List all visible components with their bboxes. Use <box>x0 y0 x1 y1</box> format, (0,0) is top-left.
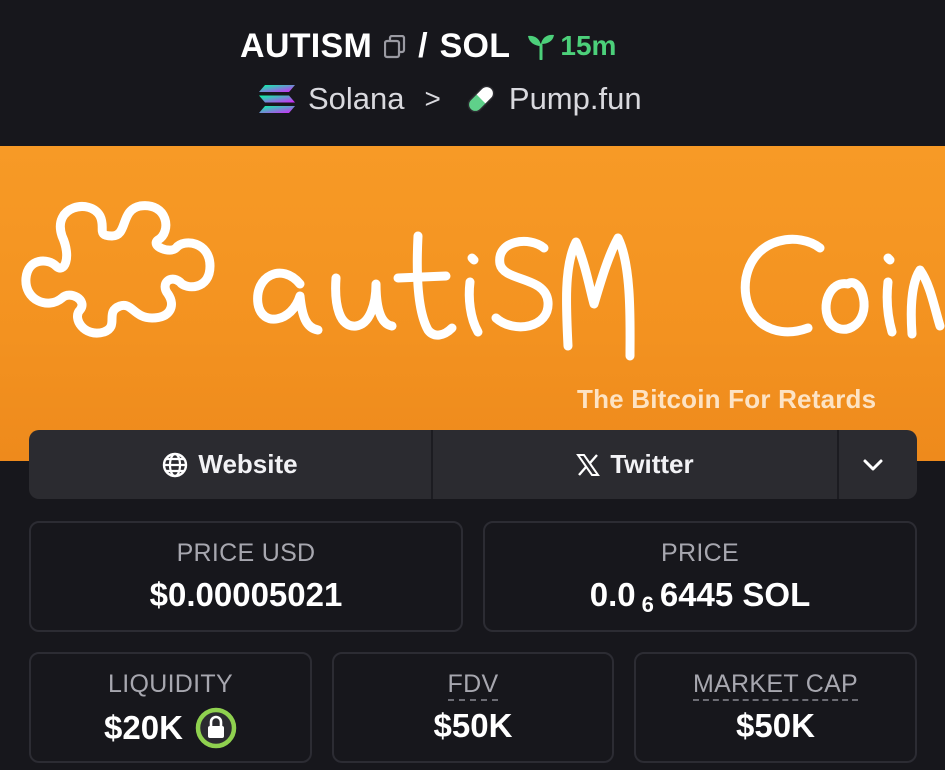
fdv-label[interactable]: FDV <box>447 670 499 701</box>
liquidity-value: $20K <box>104 709 183 746</box>
price-native-label: PRICE <box>661 539 739 567</box>
liquidity-value-row: $20K <box>31 707 310 749</box>
banner-logo-drawing <box>21 201 945 361</box>
token-symbol: AUTISM <box>240 26 373 65</box>
price-native-card: PRICE 0.0 6 6445 SOL <box>483 521 917 632</box>
price-usd-label: PRICE USD <box>176 539 316 567</box>
pair-header: AUTISM / SOL 15m Solana > Pump.fun <box>0 0 945 146</box>
breadcrumb: Solana > Pump.fun <box>258 78 642 120</box>
market-cap-card: MARKET CAP $50K <box>634 652 917 763</box>
price-usd-card: PRICE USD $0.00005021 <box>29 521 463 632</box>
pill-icon <box>467 85 495 113</box>
dex-link[interactable]: Pump.fun <box>509 81 642 117</box>
more-links-button[interactable] <box>839 430 917 499</box>
lock-icon[interactable] <box>195 707 237 749</box>
sprout-icon <box>528 34 555 60</box>
pair-age: 15m <box>526 30 616 62</box>
chevron-right-icon: > <box>424 83 441 114</box>
solana-icon <box>259 85 295 113</box>
x-logo-icon <box>576 453 601 476</box>
pair-title: AUTISM / SOL 15m <box>240 22 616 70</box>
pair-slash: / <box>418 26 428 65</box>
price-native-prefix: 0.0 <box>589 576 636 613</box>
chain-link[interactable]: Solana <box>308 81 405 117</box>
market-cap-label[interactable]: MARKET CAP <box>692 670 859 701</box>
website-label: Website <box>198 449 298 479</box>
market-cap-label-wrap: MARKET CAP <box>636 670 915 701</box>
token-banner: The Bitcoin For Retards <box>0 146 945 461</box>
age-label: 15m <box>560 30 617 61</box>
liquidity-label: LIQUIDITY <box>108 670 233 698</box>
chevron-down-icon <box>863 459 883 470</box>
fdv-value: $50K <box>433 707 513 744</box>
price-usd-value: $0.00005021 <box>149 576 343 613</box>
website-button[interactable]: Website <box>29 430 433 499</box>
market-cap-value: $50K <box>736 707 815 744</box>
twitter-button[interactable]: Twitter <box>433 430 839 499</box>
fdv-card: FDV $50K <box>332 652 614 763</box>
quote-symbol: SOL <box>439 26 511 65</box>
social-links-bar: Website Twitter <box>29 430 917 499</box>
price-native-suffix: 6445 SOL <box>659 576 811 613</box>
price-native-zero-count: 6 <box>641 592 654 617</box>
globe-icon <box>163 452 188 477</box>
fdv-label-wrap: FDV <box>334 670 612 701</box>
banner-tagline: The Bitcoin For Retards <box>577 384 877 414</box>
twitter-label: Twitter <box>610 449 694 479</box>
price-native-value: 0.0 6 6445 SOL <box>485 576 915 617</box>
copy-icon[interactable] <box>384 34 406 59</box>
liquidity-card: LIQUIDITY $20K <box>29 652 312 763</box>
